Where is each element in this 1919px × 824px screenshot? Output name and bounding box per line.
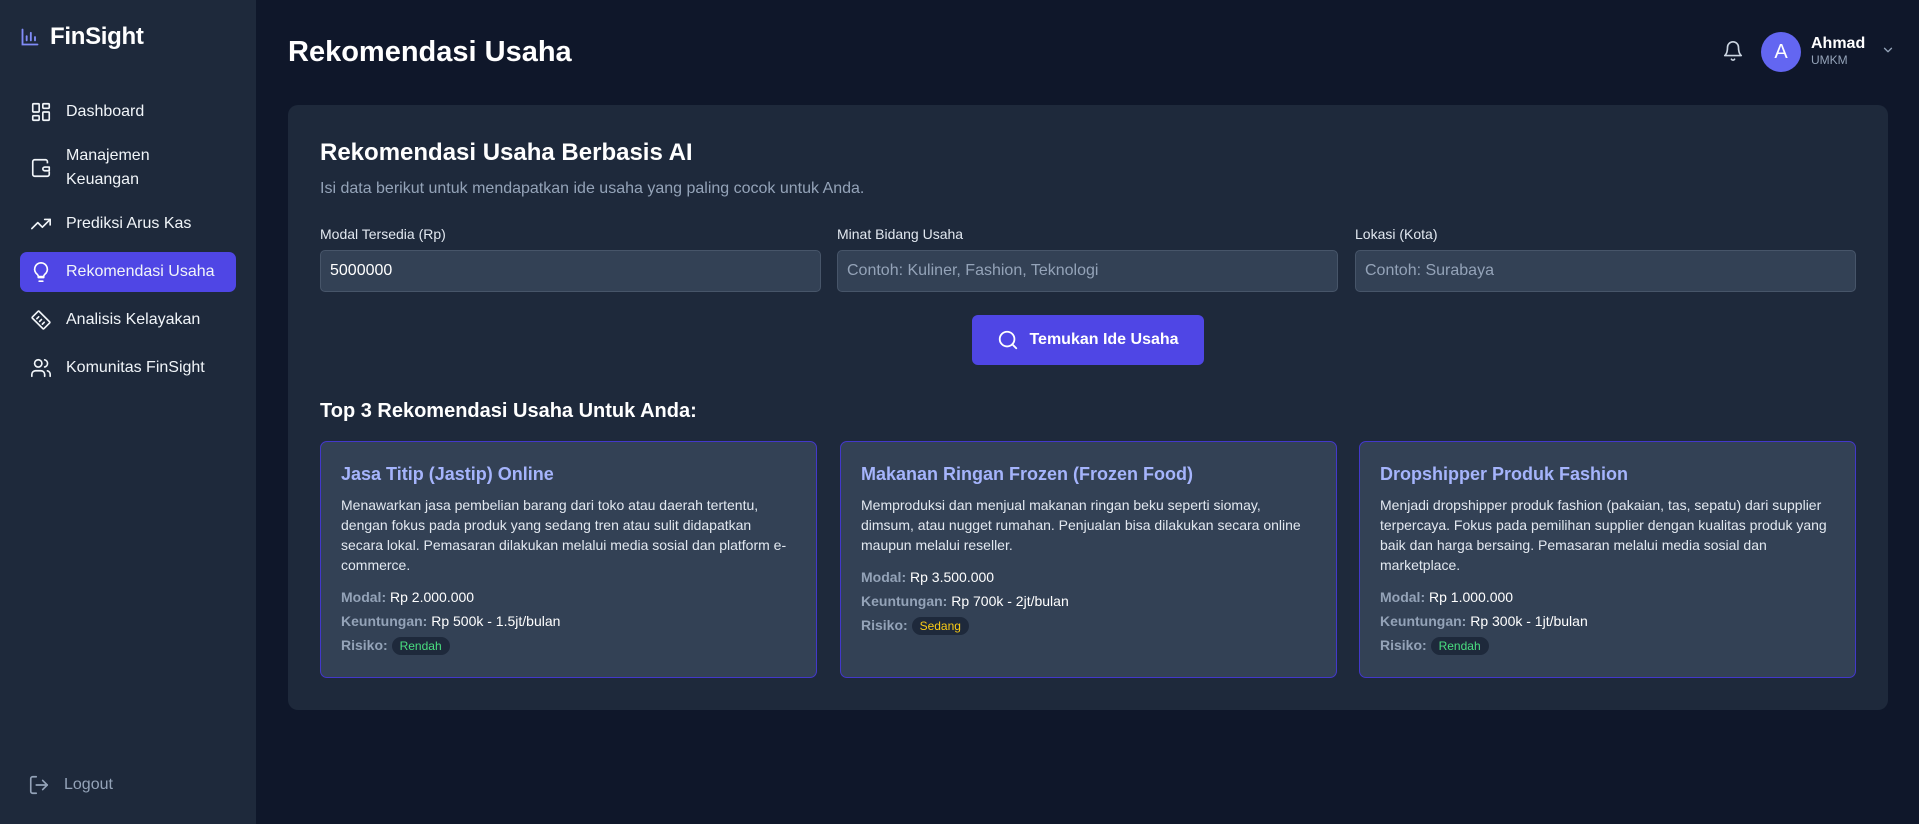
card-keuntungan: Keuntungan: Rp 300k - 1jt/bulan	[1380, 609, 1835, 633]
modal-key: Modal:	[1380, 589, 1426, 605]
ruler-icon	[31, 310, 51, 330]
recommendation-card: Dropshipper Produk Fashion Menjadi drops…	[1359, 441, 1856, 678]
keuntungan-value: Rp 700k - 2jt/bulan	[951, 593, 1069, 609]
risk-badge: Sedang	[911, 617, 969, 636]
wallet-icon	[31, 158, 51, 178]
sidebar-item-label: Manajemen Keuangan	[66, 147, 150, 188]
keuntungan-key: Keuntungan:	[861, 593, 948, 609]
recommendation-card: Makanan Ringan Frozen (Frozen Food) Memp…	[840, 441, 1337, 678]
sidebar-item-rekomendasi-usaha[interactable]: Rekomendasi Usaha	[20, 252, 236, 292]
brand-logo[interactable]: FinSight	[20, 22, 144, 52]
logout-icon	[29, 775, 49, 795]
recommendation-panel: Rekomendasi Usaha Berbasis AI Isi data b…	[288, 105, 1888, 710]
lokasi-input[interactable]	[1355, 250, 1856, 292]
results-title: Top 3 Rekomendasi Usaha Untuk Anda:	[320, 400, 697, 422]
modal-key: Modal:	[861, 569, 907, 585]
dashboard-grid-icon	[31, 102, 51, 122]
sidebar-item-label: Analisis Kelayakan	[66, 311, 201, 328]
users-icon	[31, 358, 51, 378]
panel-subtitle: Isi data berikut untuk mendapatkan ide u…	[320, 180, 865, 197]
keuntungan-value: Rp 300k - 1jt/bulan	[1470, 613, 1588, 629]
user-role: UMKM	[1811, 53, 1848, 67]
modal-value: Rp 2.000.000	[390, 589, 475, 605]
logout-label: Logout	[64, 776, 113, 793]
panel-title: Rekomendasi Usaha Berbasis AI	[320, 139, 693, 166]
sidebar-item-label: Prediksi Arus Kas	[66, 215, 192, 232]
risk-badge: Rendah	[1430, 637, 1489, 656]
user-info: Ahmad UMKM	[1811, 35, 1865, 69]
sidebar-item-dashboard[interactable]: Dashboard	[20, 92, 236, 132]
sidebar-item-analisis-kelayakan[interactable]: Analisis Kelayakan	[20, 300, 236, 340]
risiko-key: Risiko:	[1380, 637, 1427, 653]
find-ideas-label: Temukan Ide Usaha	[1029, 331, 1179, 348]
card-risiko: Risiko: Sedang	[861, 613, 1316, 637]
keuntungan-value: Rp 500k - 1.5jt/bulan	[431, 613, 561, 629]
find-ideas-button[interactable]: Temukan Ide Usaha	[972, 315, 1204, 365]
recommendation-card: Jasa Titip (Jastip) Online Menawarkan ja…	[320, 441, 817, 678]
trending-up-icon	[31, 218, 51, 230]
modal-label: Modal Tersedia (Rp)	[320, 226, 446, 242]
avatar: A	[1761, 32, 1801, 72]
risiko-key: Risiko:	[861, 617, 908, 633]
sidebar-item-label: Dashboard	[66, 103, 145, 120]
card-keuntungan: Keuntungan: Rp 500k - 1.5jt/bulan	[341, 609, 796, 633]
modal-field: Modal Tersedia (Rp)	[320, 226, 821, 292]
modal-input[interactable]	[320, 250, 821, 292]
sidebar-item-label: Rekomendasi Usaha	[66, 263, 215, 280]
keuntungan-key: Keuntungan:	[341, 613, 428, 629]
card-risiko: Risiko: Rendah	[1380, 633, 1835, 657]
sidebar-item-prediksi-arus-kas[interactable]: Prediksi Arus Kas	[20, 204, 236, 244]
minat-input[interactable]	[837, 250, 1338, 292]
bar-chart-icon	[21, 28, 39, 46]
minat-label: Minat Bidang Usaha	[837, 226, 964, 242]
card-description: Menjadi dropshipper produk fashion (paka…	[1380, 497, 1827, 573]
card-title: Makanan Ringan Frozen (Frozen Food)	[861, 464, 1193, 484]
keuntungan-key: Keuntungan:	[1380, 613, 1467, 629]
lightbulb-icon	[33, 262, 49, 282]
minat-field: Minat Bidang Usaha	[837, 226, 1338, 292]
chevron-down-icon	[1884, 47, 1893, 53]
card-title: Jasa Titip (Jastip) Online	[341, 464, 554, 484]
card-modal: Modal: Rp 1.000.000	[1380, 585, 1835, 609]
brand-name: FinSight	[50, 23, 144, 50]
lokasi-label: Lokasi (Kota)	[1355, 226, 1438, 242]
sidebar-item-manajemen-keuangan[interactable]: Manajemen Keuangan	[20, 140, 236, 196]
card-modal: Modal: Rp 2.000.000	[341, 585, 796, 609]
risk-badge: Rendah	[391, 637, 450, 656]
logout-button[interactable]: Logout	[28, 774, 113, 796]
user-name: Ahmad	[1811, 35, 1866, 52]
notification-button[interactable]	[1722, 40, 1744, 67]
card-keuntungan: Keuntungan: Rp 700k - 2jt/bulan	[861, 589, 1316, 613]
card-modal: Modal: Rp 3.500.000	[861, 565, 1316, 589]
risiko-key: Risiko:	[341, 637, 388, 653]
card-title: Dropshipper Produk Fashion	[1380, 464, 1629, 484]
sidebar-item-komunitas-finsight[interactable]: Komunitas FinSight	[20, 348, 236, 388]
search-icon	[999, 330, 1018, 350]
card-description: Memproduksi dan menjual makanan ringan b…	[861, 497, 1301, 553]
sidebar-item-label: Komunitas FinSight	[66, 359, 205, 376]
sidebar-nav: Dashboard Manajemen Keuangan Prediksi Ar…	[20, 92, 236, 396]
lokasi-field: Lokasi (Kota)	[1355, 226, 1856, 292]
bell-icon	[1723, 41, 1743, 61]
card-risiko: Risiko: Rendah	[341, 633, 796, 657]
modal-value: Rp 3.500.000	[910, 569, 995, 585]
sidebar: FinSight Dashboard Manajemen Keuangan Pr…	[0, 0, 256, 824]
card-description: Menawarkan jasa pembelian barang dari to…	[341, 497, 787, 573]
page-title: Rekomendasi Usaha	[288, 36, 572, 68]
user-menu[interactable]: A Ahmad UMKM	[1761, 32, 1895, 72]
modal-value: Rp 1.000.000	[1429, 589, 1514, 605]
modal-key: Modal:	[341, 589, 387, 605]
